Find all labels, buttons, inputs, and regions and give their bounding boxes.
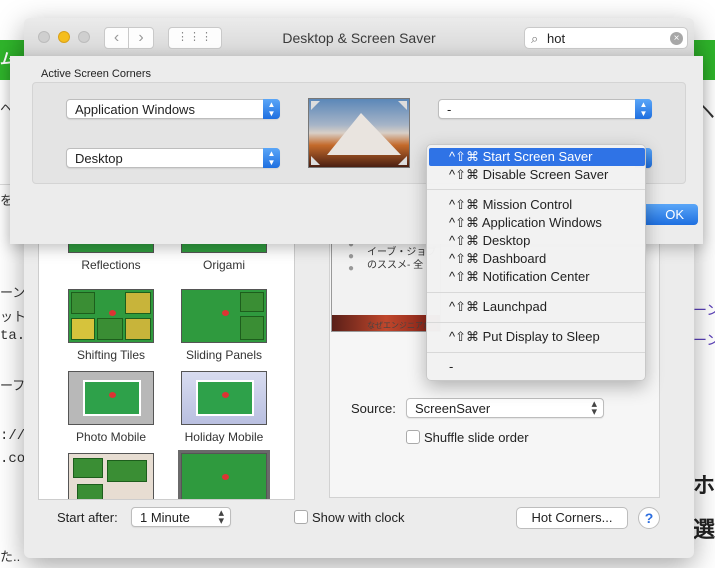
chevron-left-icon: ‹ <box>113 29 120 46</box>
corner-action-menu[interactable]: ^⇧⌘ Start Screen Saver ^⇧⌘ Disable Scree… <box>426 144 646 381</box>
source-popup[interactable]: ScreenSaver ▴ ▾ <box>406 398 604 418</box>
start-after-label: Start after: <box>57 510 118 525</box>
sheet-title: Active Screen Corners <box>41 68 152 80</box>
corner-indicator <box>311 101 320 110</box>
search-icon: ⌕ <box>531 31 539 46</box>
shuffle-checkbox[interactable] <box>406 430 420 444</box>
title-bar: ‹ › ⋮⋮⋮ Desktop & Screen Saver ⌕ × <box>24 18 694 58</box>
menu-item-put-display-to-sleep[interactable]: ^⇧⌘ Put Display to Sleep <box>429 328 645 346</box>
source-label: Source: <box>351 401 396 416</box>
start-after-popup[interactable]: 1 Minute ▴ ▾ <box>131 507 231 527</box>
screen-saver-label: Origami <box>202 258 245 272</box>
help-button[interactable]: ? <box>638 507 660 529</box>
background-text: ット <box>0 309 27 324</box>
window-title: Desktop & Screen Saver <box>282 30 436 46</box>
screen-saver-thumbnail <box>181 289 267 343</box>
chevron-updown-icon: ▲▼ <box>635 99 652 119</box>
close-window-button[interactable] <box>38 31 50 43</box>
menu-item-disable-screen-saver[interactable]: ^⇧⌘ Disable Screen Saver <box>429 166 645 184</box>
background-text: :// <box>0 428 26 444</box>
background-text: た.. <box>0 549 21 564</box>
screen-saver-label: Photo Mobile <box>75 430 147 444</box>
menu-item-start-screen-saver[interactable]: ^⇧⌘ Start Screen Saver <box>429 148 645 166</box>
screen-saver-item[interactable]: Shifting Tiles <box>61 289 161 362</box>
screen-saver-thumbnail <box>68 371 154 425</box>
screen-saver-thumbnail <box>178 450 270 499</box>
screen-saver-thumbnail <box>68 453 154 499</box>
chevron-updown-icon: ▴ ▾ <box>591 398 597 418</box>
show-clock-checkbox[interactable] <box>294 510 308 524</box>
menu-item-desktop[interactable]: ^⇧⌘ Desktop <box>429 232 645 250</box>
background-text: ta. <box>0 328 26 344</box>
source-value: ScreenSaver <box>415 401 491 416</box>
bottom-left-corner-popup[interactable]: Desktop ▲ ▼ <box>66 148 280 168</box>
menu-separator <box>427 189 645 190</box>
menu-item-dashboard[interactable]: ^⇧⌘ Dashboard <box>429 250 645 268</box>
show-clock-label: Show with clock <box>312 510 405 525</box>
hot-corners-button[interactable]: Hot Corners... <box>516 507 628 529</box>
background-text: ーン <box>0 285 26 300</box>
screen-saver-label: Sliding Panels <box>185 348 263 362</box>
shuffle-label: Shuffle slide order <box>424 430 529 445</box>
background-text: ーフ <box>0 378 26 393</box>
screen-saver-item[interactable]: Sliding Panels <box>174 289 274 362</box>
show-all-button[interactable]: ⋮⋮⋮ <box>168 27 222 49</box>
menu-item-none[interactable]: - <box>429 358 645 376</box>
clear-icon[interactable]: × <box>670 32 683 45</box>
search-field[interactable]: ⌕ × <box>524 27 688 49</box>
screen-saver-item[interactable]: Holiday Mobile <box>174 371 274 444</box>
screen-saver-item[interactable] <box>174 450 274 499</box>
top-left-corner-popup[interactable]: Application Windows ▲ ▼ <box>66 99 280 119</box>
background-link[interactable]: ーン <box>693 330 715 350</box>
preview-footer: なぜエンジニアが <box>367 321 431 330</box>
background-heading: ホ <box>693 473 715 498</box>
screen-saver-label: Holiday Mobile <box>184 430 264 444</box>
chevron-right-icon: › <box>138 29 144 46</box>
screen-saver-label: Shifting Tiles <box>76 348 146 362</box>
screen-saver-thumbnail <box>181 371 267 425</box>
menu-item-notification-center[interactable]: ^⇧⌘ Notification Center <box>429 268 645 286</box>
screen-saver-thumbnail <box>68 289 154 343</box>
forward-button[interactable]: › <box>128 27 154 49</box>
start-after-value: 1 Minute <box>140 510 190 525</box>
minimize-window-button[interactable] <box>58 31 70 43</box>
top-left-corner-value: Application Windows <box>75 102 195 117</box>
search-input[interactable] <box>547 30 665 46</box>
corner-indicator <box>311 156 320 165</box>
grid-icon: ⋮⋮⋮ <box>177 31 213 43</box>
top-right-corner-popup[interactable]: - ▲ ▼ <box>438 99 652 119</box>
zoom-window-button[interactable] <box>78 31 90 43</box>
corner-indicator <box>398 101 407 110</box>
menu-item-application-windows[interactable]: ^⇧⌘ Application Windows <box>429 214 645 232</box>
chevron-updown-icon: ▲▼ <box>263 148 280 168</box>
top-right-corner-value: - <box>447 102 452 117</box>
menu-item-launchpad[interactable]: ^⇧⌘ Launchpad <box>429 298 645 316</box>
screen-saver-item[interactable]: Photo Mobile <box>61 371 161 444</box>
desktop-preview-image <box>308 98 410 168</box>
menu-separator <box>427 292 645 293</box>
background-link[interactable]: ーン <box>693 300 715 320</box>
chevron-updown-icon: ▲▼ <box>263 99 280 119</box>
bottom-left-corner-value: Desktop <box>75 151 123 166</box>
screen-saver-label: Reflections <box>81 258 141 272</box>
screen-saver-item[interactable] <box>61 453 161 499</box>
menu-separator <box>427 352 645 353</box>
back-button[interactable]: ‹ <box>104 27 129 49</box>
menu-item-mission-control[interactable]: ^⇧⌘ Mission Control <box>429 196 645 214</box>
corner-indicator <box>398 156 407 165</box>
background-text: .co <box>0 451 26 467</box>
menu-separator <box>427 322 645 323</box>
background-heading: 選 <box>693 517 715 542</box>
screen-saver-list[interactable]: Reflections Origami Shifting Tiles Slidi… <box>38 212 295 500</box>
ok-button[interactable]: OK <box>642 204 698 225</box>
chevron-updown-icon: ▴ ▾ <box>218 507 224 527</box>
